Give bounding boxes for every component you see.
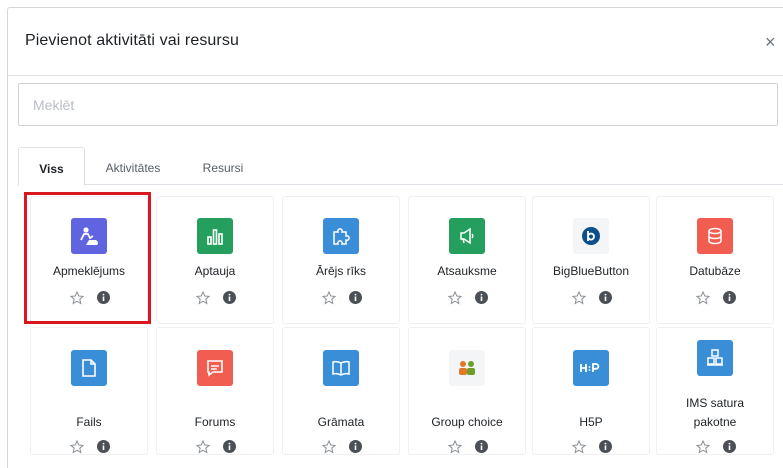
- activity-card-group-choice[interactable]: Group choice: [409, 328, 525, 454]
- attendance-icon: [71, 218, 107, 254]
- activity-label: Apmeklējums: [52, 264, 126, 278]
- info-icon[interactable]: [475, 440, 488, 453]
- star-icon[interactable]: [696, 291, 710, 305]
- forum-icon: [197, 350, 233, 386]
- activity-label: Group choice: [431, 415, 503, 429]
- database-icon: [697, 218, 733, 254]
- star-icon[interactable]: [696, 440, 710, 454]
- activity-label: Fails: [76, 415, 102, 429]
- close-button[interactable]: ×: [765, 33, 776, 51]
- activity-card-atsauksme[interactable]: Atsauksme: [409, 197, 525, 323]
- star-icon[interactable]: [196, 291, 210, 305]
- info-icon[interactable]: [723, 291, 736, 304]
- activity-label-line-2: pakotne: [693, 415, 737, 429]
- tab-all[interactable]: Viss: [18, 147, 85, 186]
- activity-card-apmeklejums[interactable]: Apmeklējums: [31, 197, 147, 323]
- star-icon[interactable]: [448, 440, 462, 454]
- info-icon[interactable]: [349, 440, 362, 453]
- star-icon[interactable]: [322, 291, 336, 305]
- h5p-icon: [573, 350, 609, 386]
- info-icon[interactable]: [97, 291, 110, 304]
- activity-card-forums[interactable]: Forums: [157, 328, 273, 454]
- activity-card-bigbluebutton[interactable]: BigBlueButton: [533, 197, 649, 323]
- modal-title: Pievienot aktivitāti vai resursu: [25, 32, 239, 49]
- ims-package-icon: [697, 340, 733, 376]
- activity-grid: Apmeklējums Aptauja Ārējs rīks Atsauksme…: [19, 187, 783, 468]
- megaphone-icon: [449, 218, 485, 254]
- info-icon[interactable]: [223, 440, 236, 453]
- bar-chart-icon: [197, 218, 233, 254]
- search-input[interactable]: [18, 83, 778, 126]
- activity-card-arejs-riks[interactable]: Ārējs rīks: [283, 197, 399, 323]
- group-choice-icon: [449, 350, 485, 386]
- activity-label: Aptauja: [194, 264, 236, 278]
- activity-card-fails[interactable]: Fails: [31, 328, 147, 454]
- activity-label: BigBlueButton: [552, 264, 630, 278]
- activity-card-gramata[interactable]: Grāmata: [283, 328, 399, 454]
- star-icon[interactable]: [70, 291, 84, 305]
- activity-card-ims-package[interactable]: IMS satura pakotne: [657, 328, 773, 454]
- tab-resources[interactable]: Resursi: [188, 147, 258, 185]
- activity-card-h5p[interactable]: H5P: [533, 328, 649, 454]
- puzzle-icon: [323, 218, 359, 254]
- modal-header: Pievienot aktivitāti vai resursu ×: [8, 8, 783, 76]
- activity-label: Forums: [194, 415, 236, 429]
- info-icon[interactable]: [599, 440, 612, 453]
- activity-label: Datubāze: [689, 264, 741, 278]
- star-icon[interactable]: [448, 291, 462, 305]
- star-icon[interactable]: [572, 440, 586, 454]
- activity-label: H5P: [579, 415, 603, 429]
- tab-activities[interactable]: Aktivitātes: [93, 147, 173, 185]
- tab-bar: Viss Aktivitātes Resursi: [18, 147, 783, 186]
- star-icon[interactable]: [196, 440, 210, 454]
- book-icon: [323, 350, 359, 386]
- file-icon: [71, 350, 107, 386]
- info-icon[interactable]: [723, 440, 736, 453]
- activity-card-datubaze[interactable]: Datubāze: [657, 197, 773, 323]
- activity-label: Grāmata: [317, 415, 365, 429]
- activity-label-line-1: IMS satura: [685, 396, 745, 410]
- activity-card-aptauja[interactable]: Aptauja: [157, 197, 273, 323]
- info-icon[interactable]: [223, 291, 236, 304]
- star-icon[interactable]: [572, 291, 586, 305]
- bigbluebutton-icon: [573, 218, 609, 254]
- info-icon[interactable]: [349, 291, 362, 304]
- info-icon[interactable]: [475, 291, 488, 304]
- activity-label: Atsauksme: [437, 264, 497, 278]
- info-icon[interactable]: [599, 291, 612, 304]
- info-icon[interactable]: [97, 440, 110, 453]
- star-icon[interactable]: [70, 440, 84, 454]
- star-icon[interactable]: [322, 440, 336, 454]
- activity-label: Ārējs rīks: [315, 264, 366, 278]
